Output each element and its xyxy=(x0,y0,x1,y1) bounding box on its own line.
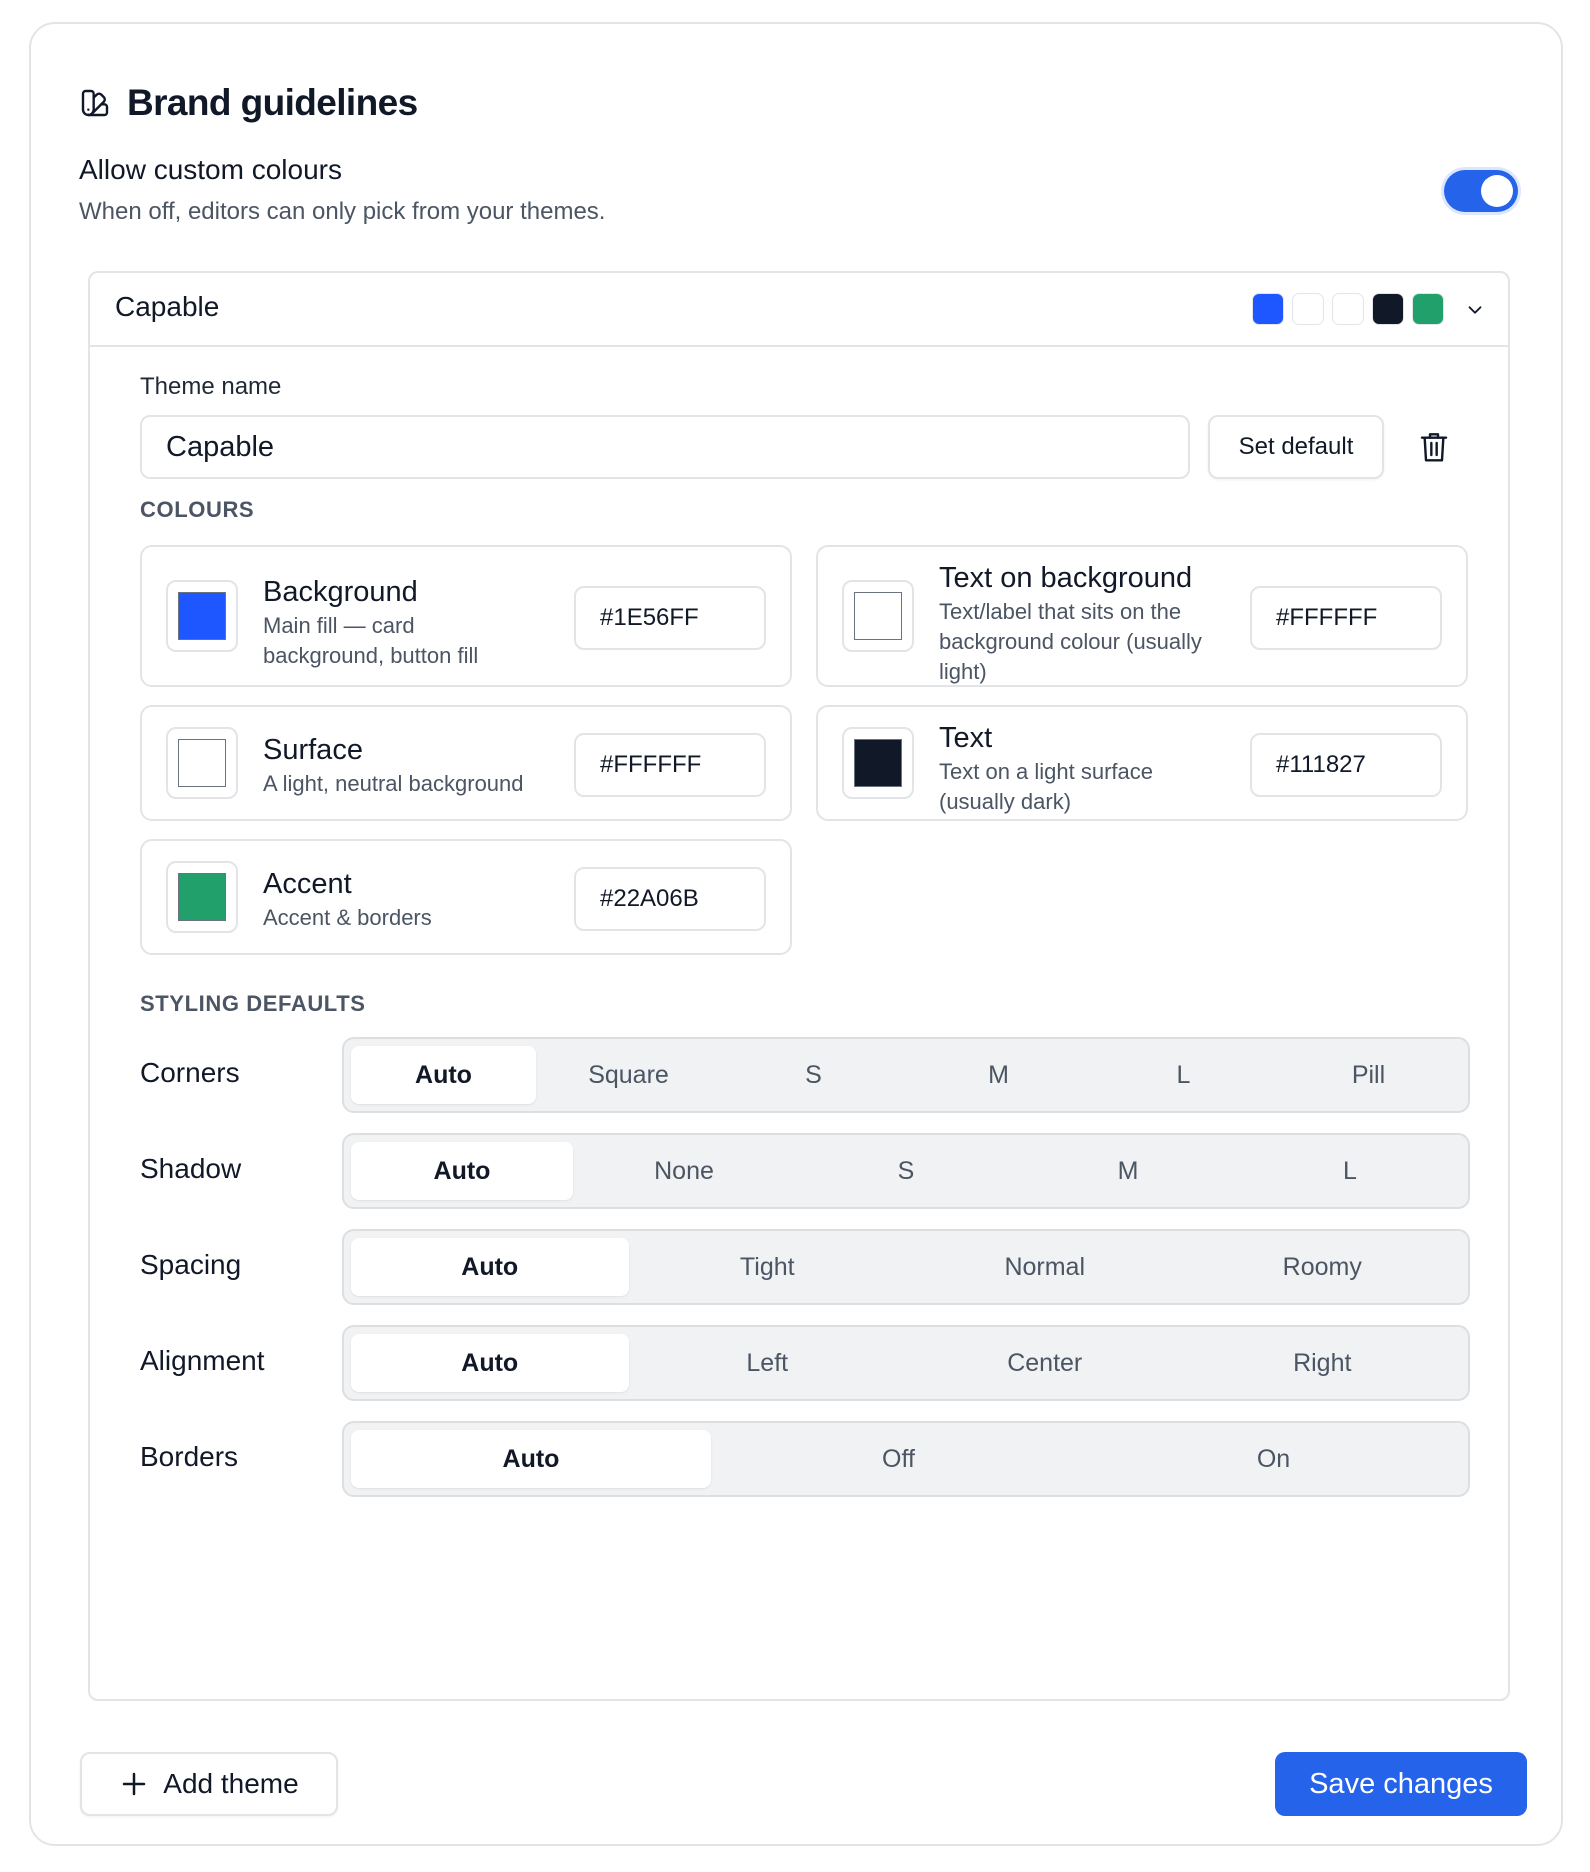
styling-row-spacing: Spacing Auto Tight Normal Roomy xyxy=(140,1229,1470,1305)
toggle-knob xyxy=(1481,175,1513,207)
segment-option-l[interactable]: L xyxy=(1239,1142,1461,1200)
allow-custom-colours-description: When off, editors can only pick from you… xyxy=(79,198,606,225)
colour-fill xyxy=(178,739,226,787)
allow-custom-colours-toggle[interactable] xyxy=(1444,170,1518,212)
colour-picker-text-on-background[interactable] xyxy=(842,580,914,652)
chevron-down-icon[interactable] xyxy=(1464,299,1486,321)
segment-option-roomy[interactable]: Roomy xyxy=(1184,1238,1462,1296)
segment-option-tight[interactable]: Tight xyxy=(629,1238,907,1296)
segmented-control-corners: Auto Square S M L Pill xyxy=(342,1037,1470,1113)
colour-fill xyxy=(854,739,902,787)
colour-name: Text on background xyxy=(939,562,1193,594)
styling-row-label: Corners xyxy=(140,1057,240,1088)
styling-row-label: Spacing xyxy=(140,1249,242,1280)
colours-section-title: COLOURS xyxy=(140,497,255,522)
colour-name: Surface xyxy=(263,734,363,766)
hex-input-accent[interactable]: #22A06B xyxy=(574,867,766,931)
hex-input-surface[interactable]: #FFFFFF xyxy=(574,733,766,797)
segmented-control-shadow: Auto None S M L xyxy=(342,1133,1470,1209)
colour-card-surface: Surface A light, neutral background #FFF… xyxy=(140,705,792,821)
styling-row-corners: Corners Auto Square S M L Pill xyxy=(140,1037,1470,1113)
swatch-background xyxy=(1252,293,1284,325)
theme-name-label: Theme name xyxy=(140,373,282,400)
segment-option-center[interactable]: Center xyxy=(906,1334,1184,1392)
segment-option-s[interactable]: S xyxy=(721,1046,906,1104)
trash-icon[interactable] xyxy=(1418,429,1450,465)
page-title: Brand guidelines xyxy=(127,82,418,123)
colour-picker-accent[interactable] xyxy=(166,861,238,933)
hex-input-text[interactable]: #111827 xyxy=(1250,733,1442,797)
hex-input-background[interactable]: #1E56FF xyxy=(574,586,766,650)
styling-row-label: Shadow xyxy=(140,1153,242,1184)
colour-fill xyxy=(854,592,902,640)
swatch-accent xyxy=(1412,293,1444,325)
colour-description: Text/label that sits on the background c… xyxy=(939,599,1202,684)
segment-option-l[interactable]: L xyxy=(1091,1046,1276,1104)
save-changes-button[interactable]: Save changes xyxy=(1275,1752,1527,1816)
colour-fill xyxy=(178,592,226,640)
styling-defaults-section-title: STYLING DEFAULTS xyxy=(140,991,366,1016)
segment-option-auto[interactable]: Auto xyxy=(351,1238,629,1296)
segment-option-normal[interactable]: Normal xyxy=(906,1238,1184,1296)
colour-fill xyxy=(178,873,226,921)
styling-row-alignment: Alignment Auto Left Center Right xyxy=(140,1325,1470,1401)
colour-card-background: Background Main fill — card background, … xyxy=(140,545,792,687)
colour-name: Accent xyxy=(263,868,352,900)
colour-description: Text on a light surface (usually dark) xyxy=(939,759,1154,814)
segment-option-none[interactable]: None xyxy=(573,1142,795,1200)
colour-picker-text[interactable] xyxy=(842,727,914,799)
swatch-text-on-background xyxy=(1292,293,1324,325)
segment-option-m[interactable]: M xyxy=(1017,1142,1239,1200)
theme-panel: Capable Theme name Capable Set default C… xyxy=(88,271,1510,1701)
colour-name: Background xyxy=(263,576,418,608)
segment-option-auto[interactable]: Auto xyxy=(351,1334,629,1392)
theme-title: Capable xyxy=(115,291,220,322)
segment-option-s[interactable]: S xyxy=(795,1142,1017,1200)
segment-option-m[interactable]: M xyxy=(906,1046,1091,1104)
colour-picker-background[interactable] xyxy=(166,580,238,652)
theme-name-input[interactable]: Capable xyxy=(140,415,1190,479)
styling-row-label: Borders xyxy=(140,1441,239,1472)
segmented-control-borders: Auto Off On xyxy=(342,1421,1470,1497)
segment-option-auto[interactable]: Auto xyxy=(351,1430,711,1488)
colour-card-text-on-background: Text on background Text/label that sits … xyxy=(816,545,1468,687)
segment-option-right[interactable]: Right xyxy=(1184,1334,1462,1392)
allow-custom-colours-setting: Allow custom colours When off, editors c… xyxy=(79,154,605,226)
brand-guidelines-card: Brand guidelines Allow custom colours Wh… xyxy=(29,22,1563,1846)
styling-row-shadow: Shadow Auto None S M L xyxy=(140,1133,1470,1209)
segmented-control-spacing: Auto Tight Normal Roomy xyxy=(342,1229,1470,1305)
swatch-surface xyxy=(1332,293,1364,325)
add-theme-button[interactable]: Add theme xyxy=(80,1752,338,1816)
segment-option-pill[interactable]: Pill xyxy=(1276,1046,1461,1104)
hex-input-text-on-background[interactable]: #FFFFFF xyxy=(1250,586,1442,650)
colour-description: Accent & borders xyxy=(263,905,432,930)
theme-swatches xyxy=(1252,293,1444,325)
allow-custom-colours-label: Allow custom colours xyxy=(79,154,342,185)
colour-name: Text xyxy=(939,722,993,754)
segment-option-left[interactable]: Left xyxy=(629,1334,907,1392)
segment-option-auto[interactable]: Auto xyxy=(351,1046,536,1104)
colour-card-text: Text Text on a light surface (usually da… xyxy=(816,705,1468,821)
set-default-button[interactable]: Set default xyxy=(1208,415,1384,479)
swatch-book-icon xyxy=(79,85,113,121)
segment-option-auto[interactable]: Auto xyxy=(351,1142,573,1200)
swatch-text xyxy=(1372,293,1404,325)
colour-description: A light, neutral background xyxy=(263,771,524,796)
styling-row-label: Alignment xyxy=(140,1345,265,1376)
segment-option-square[interactable]: Square xyxy=(536,1046,721,1104)
segment-option-off[interactable]: Off xyxy=(711,1430,1086,1488)
header: Brand guidelines xyxy=(79,82,418,124)
theme-accordion-header[interactable]: Capable xyxy=(90,273,1508,347)
colour-picker-surface[interactable] xyxy=(166,727,238,799)
segmented-control-alignment: Auto Left Center Right xyxy=(342,1325,1470,1401)
colour-description: Main fill — card background, button fill xyxy=(263,613,479,668)
add-theme-label: Add theme xyxy=(163,1768,299,1799)
colour-card-accent: Accent Accent & borders #22A06B xyxy=(140,839,792,955)
styling-row-borders: Borders Auto Off On xyxy=(140,1421,1470,1497)
plus-icon xyxy=(119,1769,149,1799)
segment-option-on[interactable]: On xyxy=(1086,1430,1461,1488)
